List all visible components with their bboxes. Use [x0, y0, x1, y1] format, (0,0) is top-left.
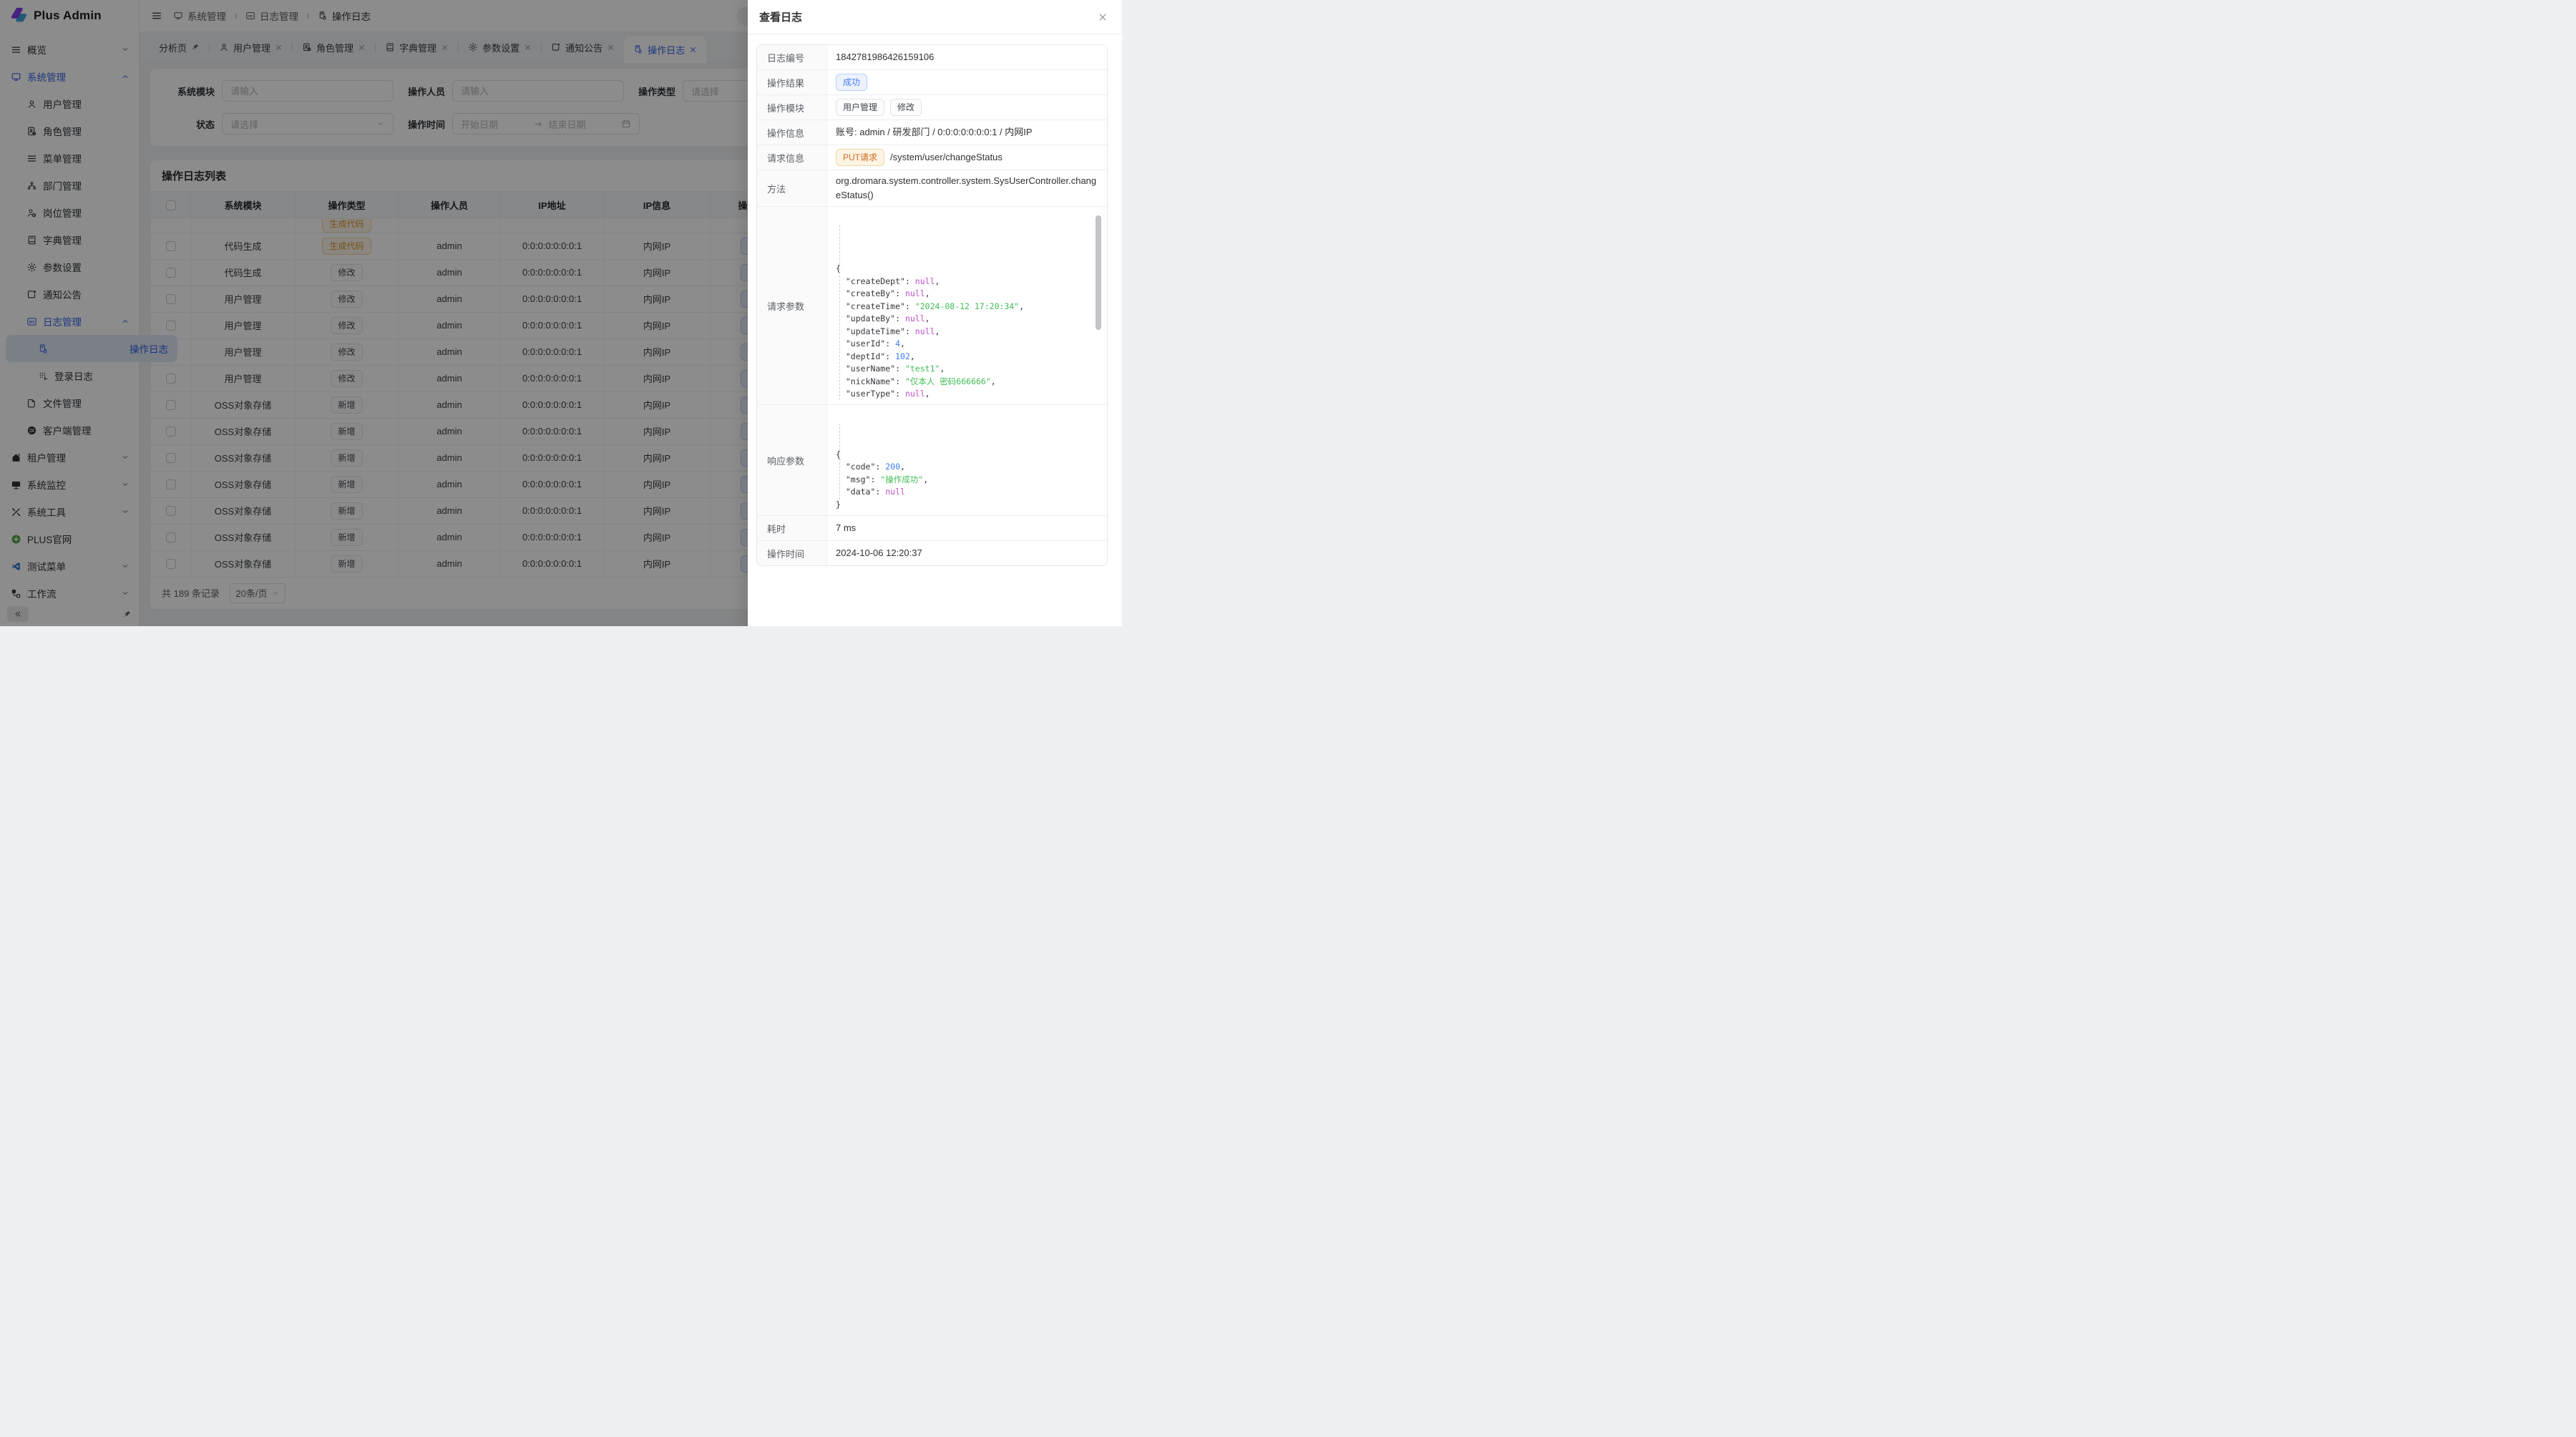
- drawer-header: 查看日志: [748, 0, 1122, 34]
- put-request-badge: PUT请求: [836, 149, 884, 166]
- operation-info-value: 账号: admin / 研发部门 / 0:0:0:0:0:0:0:1 / 内网I…: [827, 120, 1107, 145]
- detail-row-op-time: 操作时间 2024-10-06 12:20:37: [757, 541, 1107, 565]
- log-id-value: 1842781986426159106: [827, 45, 1107, 69]
- scrollbar-thumb[interactable]: [1096, 215, 1101, 330]
- detail-row-method: 方法 org.dromara.system.controller.system.…: [757, 170, 1107, 207]
- detail-row-response-params: 响应参数 { "code": 200, "msg": "操作成功", "data…: [757, 405, 1107, 516]
- app-window: Plus Admin 概览 系统管理 用户管理 角色管理 菜单管理 部门管理 岗…: [0, 0, 1122, 626]
- indent-guide: [839, 424, 840, 500]
- request-params-code[interactable]: { "createDept": null, "createBy": null, …: [836, 213, 1103, 400]
- method-value: org.dromara.system.controller.system.Sys…: [827, 170, 1107, 206]
- cost-value: 7 ms: [827, 516, 1107, 540]
- success-badge: 成功: [836, 74, 867, 91]
- action-badge: 修改: [890, 99, 922, 116]
- indent-guide: [839, 225, 840, 400]
- view-log-drawer: 查看日志 日志编号 1842781986426159106 操作结果 成功 操作…: [748, 0, 1122, 626]
- log-detail-table: 日志编号 1842781986426159106 操作结果 成功 操作模块 用户…: [756, 44, 1108, 566]
- operation-time-value: 2024-10-06 12:20:37: [827, 541, 1107, 565]
- drawer-title: 查看日志: [759, 9, 802, 24]
- detail-row-request-params: 请求参数 { "createDept": null, "createBy": n…: [757, 207, 1107, 405]
- detail-row-result: 操作结果 成功: [757, 70, 1107, 95]
- response-params-code: { "code": 200, "msg": "操作成功", "data": nu…: [836, 411, 1103, 511]
- detail-row-module: 操作模块 用户管理修改: [757, 95, 1107, 120]
- detail-row-log-id: 日志编号 1842781986426159106: [757, 45, 1107, 70]
- detail-row-info: 操作信息 账号: admin / 研发部门 / 0:0:0:0:0:0:0:1 …: [757, 120, 1107, 145]
- close-icon[interactable]: [1098, 12, 1108, 22]
- detail-row-request: 请求信息 PUT请求/system/user/changeStatus: [757, 145, 1107, 170]
- detail-row-cost: 耗时 7 ms: [757, 516, 1107, 541]
- request-url: /system/user/changeStatus: [890, 150, 1002, 165]
- drawer-body: 日志编号 1842781986426159106 操作结果 成功 操作模块 用户…: [748, 34, 1122, 566]
- module-badge: 用户管理: [836, 99, 884, 116]
